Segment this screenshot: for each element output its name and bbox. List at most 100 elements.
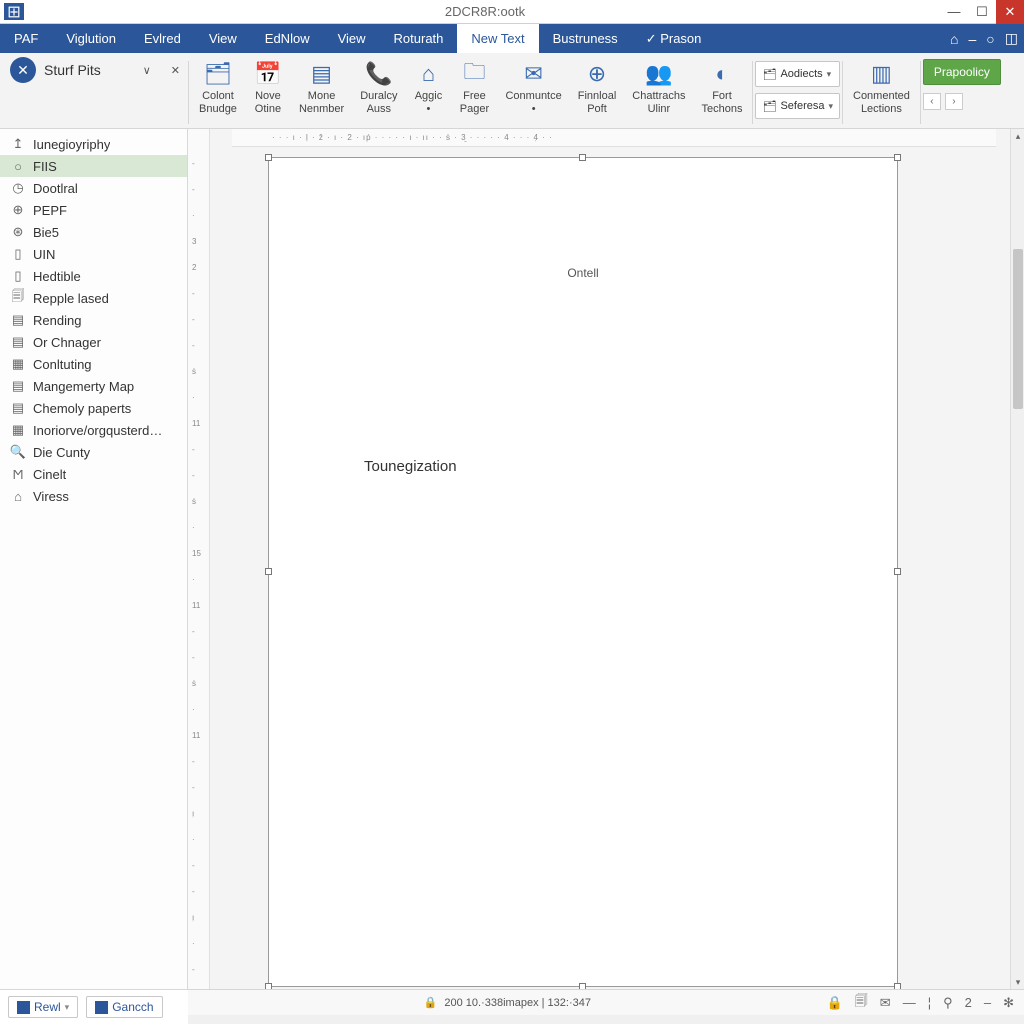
side-panel-title: Sturf Pits — [44, 62, 129, 78]
home-icon[interactable]: ⌂ — [950, 31, 958, 47]
sidebar-item-label: Or Chnager — [33, 335, 101, 350]
resize-handle[interactable] — [894, 983, 901, 989]
bottom-row: Rewl▾ Gancch 🔒 200 10.·338imapex | 132:·… — [0, 989, 1024, 1024]
sidebar-item-icon: ⊛ — [10, 224, 26, 240]
ruler-tick: 15 — [192, 549, 201, 558]
prapoolicy-button[interactable]: Prapoolicy — [923, 59, 1001, 85]
menu-item[interactable]: Viglution — [52, 24, 130, 53]
zoom-minus-icon[interactable]: – — [984, 995, 991, 1010]
aodiects-dropdown[interactable]: 🗂Aodiects▾ — [755, 61, 840, 87]
ruler-tick: · — [192, 939, 195, 948]
status-icon-2[interactable]: 🗐 — [855, 992, 868, 1014]
ruler-tick: 2 — [192, 263, 196, 272]
minimize-icon[interactable]: – — [969, 31, 977, 47]
page-text-tounegization: Tounegization — [364, 458, 457, 475]
ruler-tick: - — [192, 861, 195, 870]
ribbon-group[interactable]: 📅Nove Otine — [245, 57, 291, 128]
sidebar-item-icon: ▦ — [10, 422, 26, 438]
gancch-button[interactable]: Gancch — [86, 996, 162, 1018]
status-icon-5[interactable]: ✻ — [1003, 995, 1014, 1011]
menu-item[interactable]: EdNlow — [251, 24, 324, 53]
sidebar-item[interactable]: 🗐Repple lased — [0, 287, 187, 309]
ribbon-prev-button[interactable]: ‹ — [923, 93, 941, 110]
fin-icon: ⊕ — [582, 59, 612, 89]
maximize-button[interactable]: ☐ — [968, 0, 996, 24]
ribbon-group[interactable]: ◐Fort Techons — [693, 57, 750, 128]
ribbon-next-button[interactable]: › — [945, 93, 963, 110]
circle-icon[interactable]: ○ — [986, 31, 994, 47]
ribbon-group[interactable]: 🗀Free Pager — [451, 57, 497, 128]
seferesa-dropdown[interactable]: 🗂Seferesa▾ — [755, 93, 840, 119]
sidebar-item[interactable]: ▤Chemoly paperts — [0, 397, 187, 419]
ribbon-group[interactable]: ▤Mone Nenmber — [291, 57, 352, 128]
sidebar-item[interactable]: ▦Conltuting — [0, 353, 187, 375]
sidebar-item[interactable]: ▤Mangemerty Map — [0, 375, 187, 397]
sidebar-item[interactable]: ▯UIN — [0, 243, 187, 265]
close-button[interactable]: ✕ — [996, 0, 1024, 24]
sidebar-item-label: PEPF — [33, 203, 67, 218]
side-panel-close-icon[interactable]: ✕ — [165, 64, 186, 77]
side-panel-header: ✕ Sturf Pits ∨ ✕ — [6, 57, 186, 128]
sidebar-item[interactable]: ↥Iunegioyriphy — [0, 133, 187, 155]
ruler-tick: - — [192, 185, 195, 194]
status-icon-4[interactable]: ⚲ — [943, 995, 953, 1011]
sidebar-item[interactable]: ▦Inoriorve/orgqusterd… — [0, 419, 187, 441]
resize-handle[interactable] — [579, 154, 586, 161]
scroll-up-icon[interactable]: ▴ — [1011, 129, 1024, 143]
menu-item[interactable]: ✓ Prason — [632, 24, 716, 53]
ribbon-group[interactable]: ⌂Aggic • — [405, 57, 451, 128]
sidebar-item-icon: ○ — [10, 158, 26, 174]
sidebar-item[interactable]: ▯Hedtible — [0, 265, 187, 287]
document-page[interactable]: Ontell Tounegization — [268, 157, 898, 987]
vertical-scrollbar[interactable]: ▴ ▾ — [1010, 129, 1024, 989]
resize-handle[interactable] — [894, 154, 901, 161]
sidebar-item[interactable]: ◷Dootlral — [0, 177, 187, 199]
menu-item[interactable]: View — [195, 24, 251, 53]
ribbon-group[interactable]: ⊕Finnloal Poft — [570, 57, 625, 128]
resize-handle[interactable] — [894, 568, 901, 575]
scroll-thumb[interactable] — [1013, 249, 1023, 409]
sidebar-item[interactable]: ⊕PEPF — [0, 199, 187, 221]
menubar-right-icons: ⌂ – ○ ◫ — [950, 24, 1024, 53]
chat-icon: 👥 — [644, 59, 674, 89]
sidebar-item[interactable]: 🔍Die Cunty — [0, 441, 187, 463]
status-icon-1[interactable]: 🔒 — [827, 995, 843, 1011]
sidebar-item[interactable]: ⌂Viress — [0, 485, 187, 507]
menu-item[interactable]: Evlred — [130, 24, 195, 53]
ribbon-group[interactable]: 🗂Colont Bnudge — [191, 57, 245, 128]
sidebar-item[interactable]: ⊛Bie5 — [0, 221, 187, 243]
mone-icon: ▤ — [307, 59, 337, 89]
bookmark-icon[interactable]: ◫ — [1005, 30, 1018, 47]
sidebar-item[interactable]: ▤Rending — [0, 309, 187, 331]
sidebar-item-label: Repple lased — [33, 291, 109, 306]
ribbon-group[interactable]: 📞Duralcy Auss — [352, 57, 405, 128]
ruler-tick: - — [192, 783, 195, 792]
sidebar-item-icon: ▦ — [10, 356, 26, 372]
resize-handle[interactable] — [265, 568, 272, 575]
resize-handle[interactable] — [579, 983, 586, 989]
menu-bar: PAFViglutionEvlredViewEdNlowViewRoturath… — [0, 24, 1024, 53]
side-panel-chevron-icon[interactable]: ∨ — [137, 64, 157, 77]
menu-item[interactable]: Bustruness — [539, 24, 632, 53]
resize-handle[interactable] — [265, 154, 272, 161]
resize-handle[interactable] — [265, 983, 272, 989]
menu-item[interactable]: New Text — [457, 24, 538, 53]
ribbon-group[interactable]: ✉Conmuntce • — [497, 57, 569, 128]
sidebar-item[interactable]: ○FIIS — [0, 155, 187, 177]
sidebar-item-icon: ▯ — [10, 246, 26, 262]
fort-icon: ◐ — [707, 59, 737, 89]
rewl-button[interactable]: Rewl▾ — [8, 996, 78, 1018]
status-icon-3[interactable]: ✉ — [880, 995, 891, 1011]
ribbon: ✕ Sturf Pits ∨ ✕ 🗂Colont Bnudge📅Nove Oti… — [0, 53, 1024, 129]
menu-item[interactable]: View — [324, 24, 380, 53]
menu-item[interactable]: Roturath — [380, 24, 458, 53]
scroll-down-icon[interactable]: ▾ — [1011, 975, 1024, 989]
zoom-out-icon[interactable]: — — [903, 995, 916, 1010]
commented-lections-group[interactable]: ▥ Conmented Lections — [845, 57, 918, 128]
menu-item[interactable]: PAF — [0, 24, 52, 53]
sidebar-item[interactable]: ▤Or Chnager — [0, 331, 187, 353]
vertical-ruler: --·32---ṡ·11--ṡ·15·11--ṡ·11--ı̣·--ı̣·- — [188, 129, 210, 989]
ribbon-group[interactable]: 👥Chattrachs Ulinr — [624, 57, 693, 128]
sidebar-item[interactable]: ϺCinelt — [0, 463, 187, 485]
minimize-button[interactable]: — — [940, 0, 968, 24]
